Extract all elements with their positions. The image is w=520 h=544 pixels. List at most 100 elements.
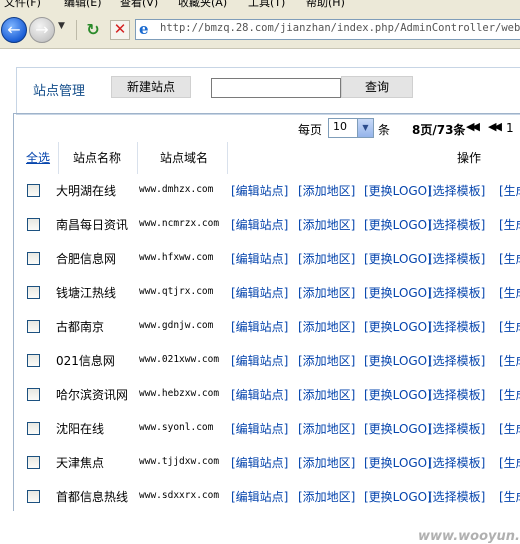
header-divider (227, 142, 228, 174)
table-row: 钱塘江热线 www.qtjrx.com [编辑站点] [添加地区] [更换LOGO] [选… (14, 276, 520, 310)
edit-site-link[interactable]: [编辑站点] (231, 386, 288, 403)
change-logo-link[interactable]: [更换LOGO] (364, 454, 432, 471)
row-checkbox[interactable] (27, 184, 40, 197)
add-region-link[interactable]: [添加地区] (298, 420, 355, 437)
select-template-link[interactable]: [选择模板] (428, 386, 485, 403)
table-row: 合肥信息网 www.hfxww.com [编辑站点] [添加地区] [更换LOGO] [选… (14, 242, 520, 276)
select-template-link[interactable]: [选择模板] (428, 488, 485, 505)
change-logo-link[interactable]: [更换LOGO] (364, 318, 432, 335)
select-template-link[interactable]: [选择模板] (428, 420, 485, 437)
change-logo-link[interactable]: [更换LOGO] (364, 420, 432, 437)
page-number[interactable]: 1 (506, 121, 514, 135)
row-checkbox[interactable] (27, 320, 40, 333)
row-checkbox[interactable] (27, 456, 40, 469)
menu-help[interactable]: 帮助(H) (306, 0, 345, 8)
add-region-link[interactable]: [添加地区] (298, 216, 355, 233)
stop-icon[interactable]: ✕ (110, 20, 130, 40)
site-name: 钱塘江热线 (56, 286, 117, 300)
change-logo-link[interactable]: [更换LOGO] (364, 488, 432, 505)
new-site-button[interactable]: 新建站点 (111, 76, 191, 98)
pagination-bar: 每页 10 ▼ 条 8页/73条 ◀◀ ◀◀ 1 (14, 115, 520, 141)
generate-link[interactable]: [生成 (499, 284, 520, 301)
generate-link[interactable]: [生成 (499, 352, 520, 369)
first-page-icon[interactable]: ◀◀ (466, 120, 480, 133)
generate-link[interactable]: [生成 (499, 420, 520, 437)
site-name: 021信息网 (56, 354, 115, 368)
add-region-link[interactable]: [添加地区] (298, 454, 355, 471)
generate-link[interactable]: [生成 (499, 182, 520, 199)
change-logo-link[interactable]: [更换LOGO] (364, 386, 432, 403)
add-region-link[interactable]: [添加地区] (298, 182, 355, 199)
query-button[interactable]: 查询 (341, 76, 413, 98)
site-domain: www.hebzxw.com (139, 388, 220, 399)
site-name: 天津焦点 (56, 456, 105, 470)
generate-link[interactable]: [生成 (499, 216, 520, 233)
edit-site-link[interactable]: [编辑站点] (231, 182, 288, 199)
search-input[interactable] (211, 78, 341, 98)
generate-link[interactable]: [生成 (499, 454, 520, 471)
per-page-select[interactable]: 10 ▼ (328, 118, 374, 138)
add-region-link[interactable]: [添加地区] (298, 250, 355, 267)
toolbar-divider (76, 20, 77, 40)
select-template-link[interactable]: [选择模板] (428, 318, 485, 335)
site-domain: www.tjjdxw.com (139, 456, 220, 467)
select-template-link[interactable]: [选择模板] (428, 182, 485, 199)
row-checkbox[interactable] (27, 252, 40, 265)
change-logo-link[interactable]: [更换LOGO] (364, 352, 432, 369)
menu-edit[interactable]: 编辑(E) (64, 0, 102, 8)
select-template-link[interactable]: [选择模板] (428, 250, 485, 267)
add-region-link[interactable]: [添加地区] (298, 488, 355, 505)
change-logo-link[interactable]: [更换LOGO] (364, 284, 432, 301)
watermark: www.wooyun.org (418, 529, 520, 544)
row-checkbox[interactable] (27, 388, 40, 401)
site-name: 合肥信息网 (56, 252, 117, 266)
generate-link[interactable]: [生成 (499, 386, 520, 403)
generate-link[interactable]: [生成 (499, 488, 520, 505)
page-title: 站点管理 (33, 84, 86, 99)
menu-view[interactable]: 查看(V) (120, 0, 158, 8)
table-row: 古都南京 www.gdnjw.com [编辑站点] [添加地区] [更换LOGO] [选择… (14, 310, 520, 344)
menu-file[interactable]: 文件(F) (4, 0, 41, 8)
menu-favorites[interactable]: 收藏夹(A) (178, 0, 227, 8)
address-bar[interactable]: e http://bmzq.28.com/jianzhan/index.php/… (135, 19, 520, 40)
edit-site-link[interactable]: [编辑站点] (231, 352, 288, 369)
row-checkbox[interactable] (27, 354, 40, 367)
row-checkbox[interactable] (27, 286, 40, 299)
back-arrow-icon[interactable]: ← (1, 17, 27, 43)
site-domain: www.syonl.com (139, 422, 214, 433)
prev-page-icon[interactable]: ◀◀ (488, 120, 502, 133)
edit-site-link[interactable]: [编辑站点] (231, 216, 288, 233)
add-region-link[interactable]: [添加地区] (298, 318, 355, 335)
add-region-link[interactable]: [添加地区] (298, 284, 355, 301)
forward-arrow-icon[interactable]: → (29, 17, 55, 43)
site-name: 古都南京 (56, 320, 105, 334)
change-logo-link[interactable]: [更换LOGO] (364, 216, 432, 233)
select-all-link[interactable]: 全选 (26, 149, 50, 166)
edit-site-link[interactable]: [编辑站点] (231, 284, 288, 301)
add-region-link[interactable]: [添加地区] (298, 352, 355, 369)
history-dropdown-icon[interactable]: ▼ (58, 21, 65, 31)
chevron-down-icon[interactable]: ▼ (357, 119, 373, 137)
select-template-link[interactable]: [选择模板] (428, 284, 485, 301)
select-template-link[interactable]: [选择模板] (428, 352, 485, 369)
edit-site-link[interactable]: [编辑站点] (231, 250, 288, 267)
per-page-unit: 条 (378, 123, 391, 137)
change-logo-link[interactable]: [更换LOGO] (364, 182, 432, 199)
generate-link[interactable]: [生成 (499, 250, 520, 267)
edit-site-link[interactable]: [编辑站点] (231, 420, 288, 437)
select-template-link[interactable]: [选择模板] (428, 216, 485, 233)
change-logo-link[interactable]: [更换LOGO] (364, 250, 432, 267)
select-template-link[interactable]: [选择模板] (428, 454, 485, 471)
site-domain: www.dmhzx.com (139, 184, 214, 195)
row-checkbox[interactable] (27, 490, 40, 503)
generate-link[interactable]: [生成 (499, 318, 520, 335)
add-region-link[interactable]: [添加地区] (298, 386, 355, 403)
column-header-domain: 站点域名 (160, 151, 209, 165)
menu-tools[interactable]: 工具(T) (248, 0, 285, 8)
edit-site-link[interactable]: [编辑站点] (231, 454, 288, 471)
row-checkbox[interactable] (27, 422, 40, 435)
refresh-icon[interactable]: ↻ (83, 21, 103, 39)
edit-site-link[interactable]: [编辑站点] (231, 318, 288, 335)
row-checkbox[interactable] (27, 218, 40, 231)
edit-site-link[interactable]: [编辑站点] (231, 488, 288, 505)
